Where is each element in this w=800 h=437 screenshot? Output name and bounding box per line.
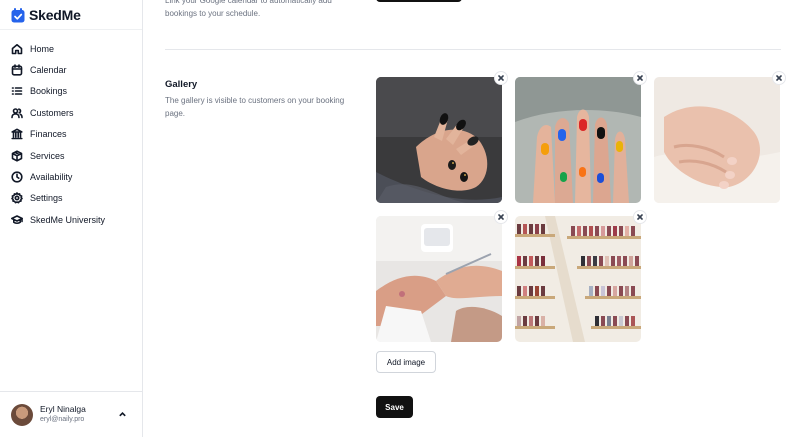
sidebar-item-label: Settings xyxy=(30,193,63,204)
user-name: Eryl Ninalga xyxy=(40,404,86,414)
gallery-image[interactable] xyxy=(515,210,647,342)
user-email: eryl@naily.pro xyxy=(40,416,85,423)
sidebar-item-label: Calendar xyxy=(30,65,67,76)
calendar-check-logo-icon xyxy=(11,7,25,22)
calendar-section-description: Link your Google calendar to automatical… xyxy=(165,0,332,18)
close-icon xyxy=(637,75,643,81)
remove-image-button[interactable] xyxy=(494,71,508,85)
sidebar-item-services[interactable]: Services xyxy=(0,145,142,166)
chevron-up-icon xyxy=(118,412,126,417)
remove-image-button[interactable] xyxy=(633,71,647,85)
sidebar-item-finances[interactable]: Finances xyxy=(0,124,142,145)
sidebar-item-label: SkedMe University xyxy=(30,214,106,225)
home-icon xyxy=(11,43,23,55)
colorful-nail-art-photo xyxy=(515,77,641,203)
gallery-image[interactable] xyxy=(515,71,647,203)
sidebar-item-label: Home xyxy=(30,43,55,54)
dark-manicure-photo xyxy=(376,77,502,203)
remove-image-button[interactable] xyxy=(772,71,786,85)
user-info: Eryl Ninalga eryl@naily.pro xyxy=(40,404,114,425)
calendar-icon xyxy=(11,64,23,76)
nude-manicure-photo xyxy=(654,77,780,203)
sidebar-item-label: Finances xyxy=(30,129,67,140)
sidebar-nav: Home Calendar Bookings Customers Finance… xyxy=(0,38,142,231)
gear-icon xyxy=(11,192,23,204)
gallery-image[interactable] xyxy=(654,71,786,203)
bank-icon xyxy=(11,128,23,140)
sidebar-item-home[interactable]: Home xyxy=(0,38,142,59)
sidebar-item-label: Customers xyxy=(30,107,74,118)
box-icon xyxy=(11,150,23,162)
connect-calendar-button[interactable] xyxy=(376,0,462,2)
nail-polish-shelves-photo xyxy=(515,216,641,342)
sidebar-item-customers[interactable]: Customers xyxy=(0,102,142,123)
save-button[interactable]: Save xyxy=(376,396,413,418)
close-icon xyxy=(776,75,782,81)
section-divider xyxy=(165,49,781,50)
close-icon xyxy=(498,214,504,220)
user-profile[interactable]: Eryl Ninalga eryl@naily.pro xyxy=(0,391,142,437)
sidebar-item-availability[interactable]: Availability xyxy=(0,166,142,187)
brand[interactable]: SkedMe xyxy=(0,0,142,30)
gallery-image[interactable] xyxy=(376,71,508,203)
sidebar: SkedMe Home Calendar Bookings Customers … xyxy=(0,0,143,437)
sidebar-item-settings[interactable]: Settings xyxy=(0,188,142,209)
sidebar-item-calendar[interactable]: Calendar xyxy=(0,59,142,80)
clock-icon xyxy=(11,171,23,183)
close-icon xyxy=(498,75,504,81)
user-menu-toggle[interactable] xyxy=(114,407,130,423)
main-content: Link your Google calendar to automatical… xyxy=(143,0,800,437)
sidebar-item-label: Availability xyxy=(30,172,73,183)
manicure-session-photo xyxy=(376,216,502,342)
gallery-title: Gallery xyxy=(165,79,198,90)
sidebar-item-university[interactable]: SkedMe University xyxy=(0,209,142,230)
remove-image-button[interactable] xyxy=(633,210,647,224)
brand-name: SkedMe xyxy=(29,7,81,23)
gallery-image[interactable] xyxy=(376,210,508,342)
list-icon xyxy=(11,85,23,97)
gallery-description: The gallery is visible to customers on y… xyxy=(165,96,345,118)
sidebar-item-bookings[interactable]: Bookings xyxy=(0,81,142,102)
sidebar-item-label: Bookings xyxy=(30,86,68,97)
avatar xyxy=(11,403,33,426)
close-icon xyxy=(637,214,643,220)
sidebar-item-label: Services xyxy=(30,150,65,161)
graduation-cap-icon xyxy=(11,214,23,226)
add-image-button[interactable]: Add image xyxy=(376,351,436,373)
users-icon xyxy=(11,107,23,119)
remove-image-button[interactable] xyxy=(494,210,508,224)
